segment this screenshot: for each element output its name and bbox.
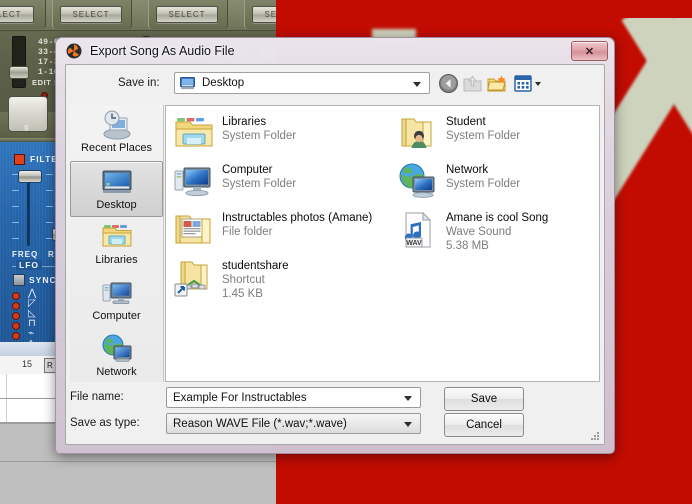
libraries-folder-icon [101,221,133,253]
list-item[interactable]: Computer System Folder [174,162,389,210]
lfo-wave-led-icon[interactable] [12,312,20,320]
list-item[interactable]: studentshare Shortcut 1.45 KB [174,258,389,306]
file-list-column-2: Student System Folder Network System Fol… [398,114,613,258]
user-folder-icon [398,114,438,154]
computer-icon [101,277,133,309]
file-name-label: Libraries [222,116,267,128]
lfo-wave-led-icon[interactable] [12,302,20,310]
dialog-title: Export Song As Audio File [90,44,235,58]
recent-places-icon [101,109,133,141]
file-subtitle: Wave Sound [446,226,512,238]
file-subtitle: System Folder [446,130,521,142]
wav-file-icon: WAV [398,210,438,250]
file-name-label: Student [446,116,486,128]
file-list-column-1: Libraries System Folder Computer System … [174,114,389,306]
pictures-folder-icon [174,210,214,250]
sidebar-item-label: Recent Places [81,142,152,154]
save-as-type-value: Reason WAVE File (*.wav;*.wave) [173,417,347,430]
file-name-input[interactable]: Example For Instructables [166,387,421,408]
save-as-type-select[interactable]: Reason WAVE File (*.wav;*.wave) [166,413,421,434]
lfo-wave-led-icon[interactable] [12,322,20,330]
file-subtitle: Shortcut [222,274,265,286]
lfo-label: LFO [16,260,42,270]
redrum-fader-slot [12,36,26,88]
redrum-select-button-4[interactable]: SELECT [252,6,276,23]
up-folder-icon[interactable] [462,73,483,94]
lfo-sync-button[interactable] [13,274,25,286]
sidebar-item-desktop[interactable]: Desktop [70,161,163,217]
close-icon[interactable]: ✕ [571,41,608,61]
file-subtitle: System Folder [222,130,297,142]
export-song-dialog[interactable]: Export Song As Audio File ✕ Save in: Des… [55,37,615,454]
propeller-icon [66,43,82,59]
file-subtitle: File folder [222,226,273,238]
list-item[interactable]: WAV Amane is cool Song Wave Sound 5.38 M… [398,210,613,258]
sidebar-item-label: Network [96,366,137,378]
file-name-label: Instructables photos (Amane) [222,212,373,224]
pad-number-label: 9 [24,124,29,133]
sidebar-item-label: Desktop [96,199,137,211]
freq-label: FREQ [12,250,39,259]
sync-label: SYNC [29,275,57,285]
sidebar-item-network[interactable]: Network [70,329,163,385]
file-list[interactable]: Libraries System Folder Computer System … [165,105,600,382]
save-in-combobox[interactable]: Desktop [174,72,430,94]
new-folder-icon[interactable] [486,73,507,94]
save-in-label: Save in: [118,77,160,89]
network-shortcut-folder-icon [174,258,214,298]
list-item[interactable]: Network System Folder [398,162,613,210]
svg-text:WAV: WAV [406,240,422,247]
file-name-label: Network [446,164,489,176]
sidebar-item-libraries[interactable]: Libraries [70,217,163,273]
file-size-label: 5.38 MB [446,240,489,252]
lfo-wave-led-icon[interactable] [12,292,20,300]
chevron-down-icon[interactable] [404,396,412,401]
computer-icon [174,162,214,202]
dialog-fields: File name: Example For Instructables Sav… [66,382,604,444]
list-item[interactable]: Instructables photos (Amane) File folder [174,210,389,258]
resize-grip[interactable] [589,430,601,442]
views-grid-icon[interactable] [514,73,541,94]
redrum-select-button-1[interactable]: SELECT [0,6,34,23]
file-subtitle: System Folder [222,178,297,190]
file-size-label: 1.45 KB [222,288,263,300]
file-subtitle: System Folder [446,178,521,190]
sidebar-item-label: Computer [92,310,141,322]
filter-enable-led-icon[interactable] [14,154,25,165]
save-in-value: Desktop [202,77,245,89]
sidebar-item-computer[interactable]: Computer [70,273,163,329]
file-name-label: studentshare [222,260,289,272]
sequencer-marker[interactable]: R [44,358,56,373]
chevron-down-icon[interactable] [404,422,412,427]
back-arrow-icon[interactable] [438,73,459,94]
lfo-wave-led-icon[interactable] [12,332,20,340]
sidebar-item-recent-places[interactable]: Recent Places [70,105,163,161]
save-button[interactable]: Save [444,387,524,411]
dialog-toolbar: Save in: Desktop [66,65,604,103]
redrum-fader-handle[interactable] [9,66,29,79]
libraries-folder-icon [174,114,214,154]
dialog-body: Save in: Desktop Recent Places Desktop L… [65,64,605,445]
dialog-titlebar[interactable]: Export Song As Audio File ✕ [56,38,614,64]
monitor-icon [180,76,195,90]
save-as-type-field-label: Save as type: [70,417,140,429]
file-name-label: Computer [222,164,273,176]
file-name-label: Amane is cool Song [446,212,549,224]
network-globe-icon [398,162,438,202]
freq-slider-handle[interactable] [18,170,42,183]
redrum-select-button-3[interactable]: SELECT [156,6,218,23]
list-item[interactable]: Libraries System Folder [174,114,389,162]
network-globe-icon [101,333,133,365]
chevron-down-icon[interactable] [413,82,421,87]
ruler-tick-label: 15 [22,359,33,369]
redrum-select-button-2[interactable]: SELECT [60,6,122,23]
file-name-value: Example For Instructables [173,391,307,404]
sidebar-item-label: Libraries [95,254,138,266]
places-bar[interactable]: Recent Places Desktop Libraries Computer… [70,105,164,382]
cancel-button[interactable]: Cancel [444,413,524,437]
file-name-field-label: File name: [70,391,124,403]
desktop-monitor-icon [101,166,133,198]
list-item[interactable]: Student System Folder [398,114,613,162]
